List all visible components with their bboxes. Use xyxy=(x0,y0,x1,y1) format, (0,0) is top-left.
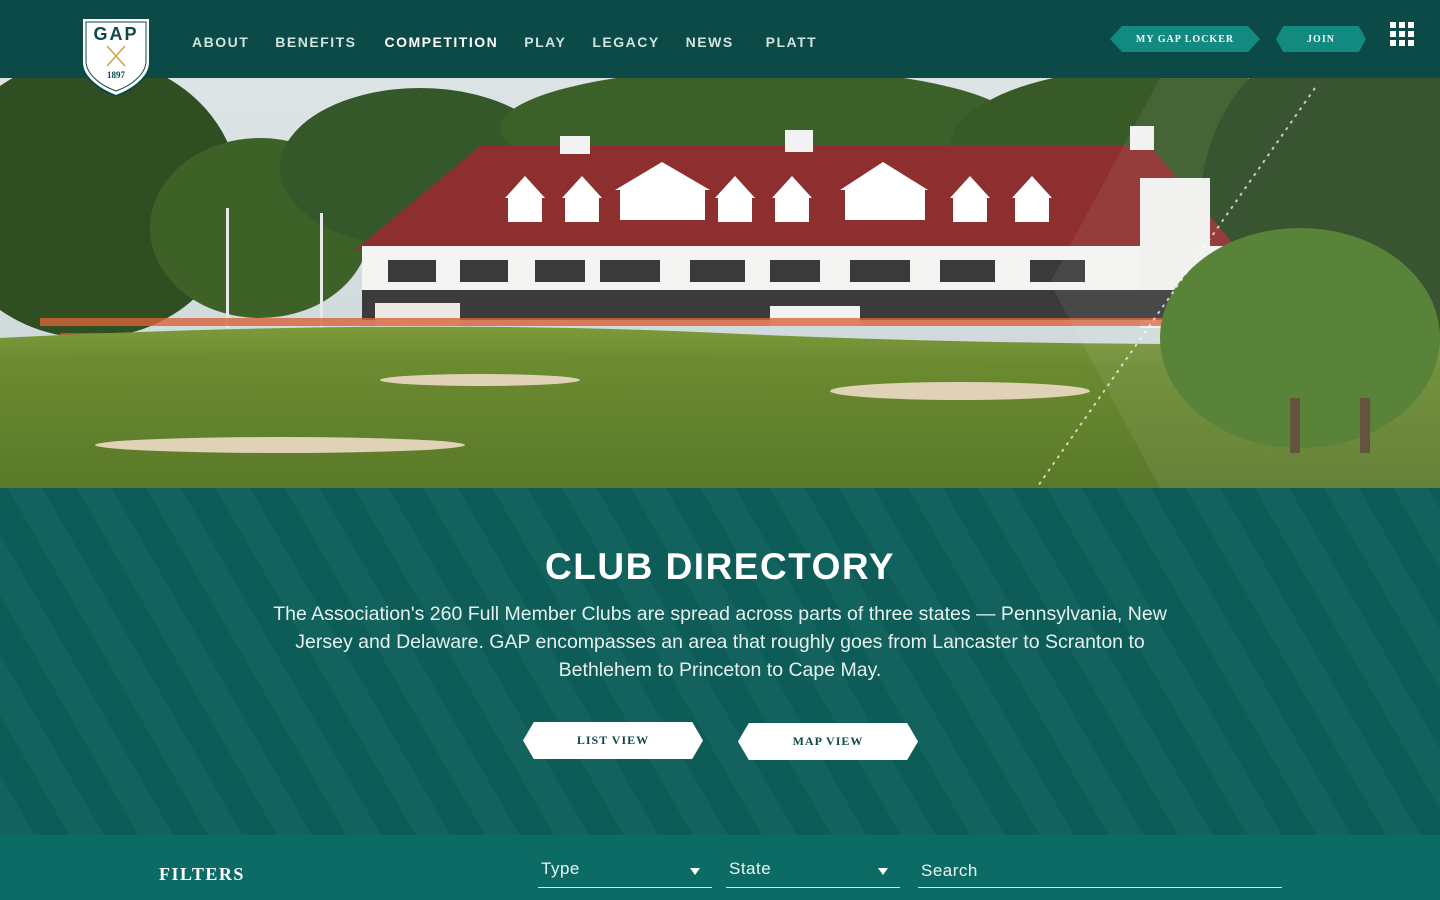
nav-news[interactable]: NEWS xyxy=(686,34,734,50)
main-nav: ABOUT BENEFITS COMPETITION PLAY LEGACY N… xyxy=(192,34,843,50)
caret-down-icon xyxy=(878,868,888,875)
hero-image xyxy=(0,78,1440,488)
top-nav: GAP 1897 ABOUT BENEFITS COMPETITION PLAY… xyxy=(0,0,1440,98)
filters-bar: FILTERS Type State xyxy=(0,835,1440,900)
nav-competition[interactable]: COMPETITION xyxy=(385,34,499,50)
nav-legacy[interactable]: LEGACY xyxy=(592,34,659,50)
state-select[interactable]: State xyxy=(726,855,900,888)
type-select-label: Type xyxy=(541,859,580,878)
page-title: CLUB DIRECTORY xyxy=(545,546,895,587)
nav-play[interactable]: PLAY xyxy=(524,34,566,50)
list-view-button[interactable]: LIST VIEW xyxy=(523,722,703,759)
filters-label: FILTERS xyxy=(159,864,245,884)
gap-logo[interactable]: GAP 1897 xyxy=(80,16,152,98)
search-field xyxy=(918,855,1282,888)
directory-description: The Association's 260 Full Member Clubs … xyxy=(273,603,1167,681)
grid-menu-icon[interactable] xyxy=(1390,22,1416,46)
logo-text: GAP xyxy=(93,24,138,44)
map-view-button[interactable]: MAP VIEW xyxy=(738,723,918,760)
caret-down-icon xyxy=(690,868,700,875)
search-input[interactable] xyxy=(918,855,1282,887)
nav-benefits[interactable]: BENEFITS xyxy=(275,34,356,50)
type-select[interactable]: Type xyxy=(538,855,712,888)
my-gap-locker-button[interactable]: MY GAP LOCKER xyxy=(1110,26,1260,52)
join-button[interactable]: JOIN xyxy=(1276,26,1366,52)
logo-year: 1897 xyxy=(107,70,126,80)
nav-about[interactable]: ABOUT xyxy=(192,34,249,50)
club-directory-section: CLUB DIRECTORY The Association's 260 Ful… xyxy=(0,488,1440,835)
state-select-label: State xyxy=(729,859,772,878)
nav-platt[interactable]: PLATT xyxy=(766,34,818,50)
